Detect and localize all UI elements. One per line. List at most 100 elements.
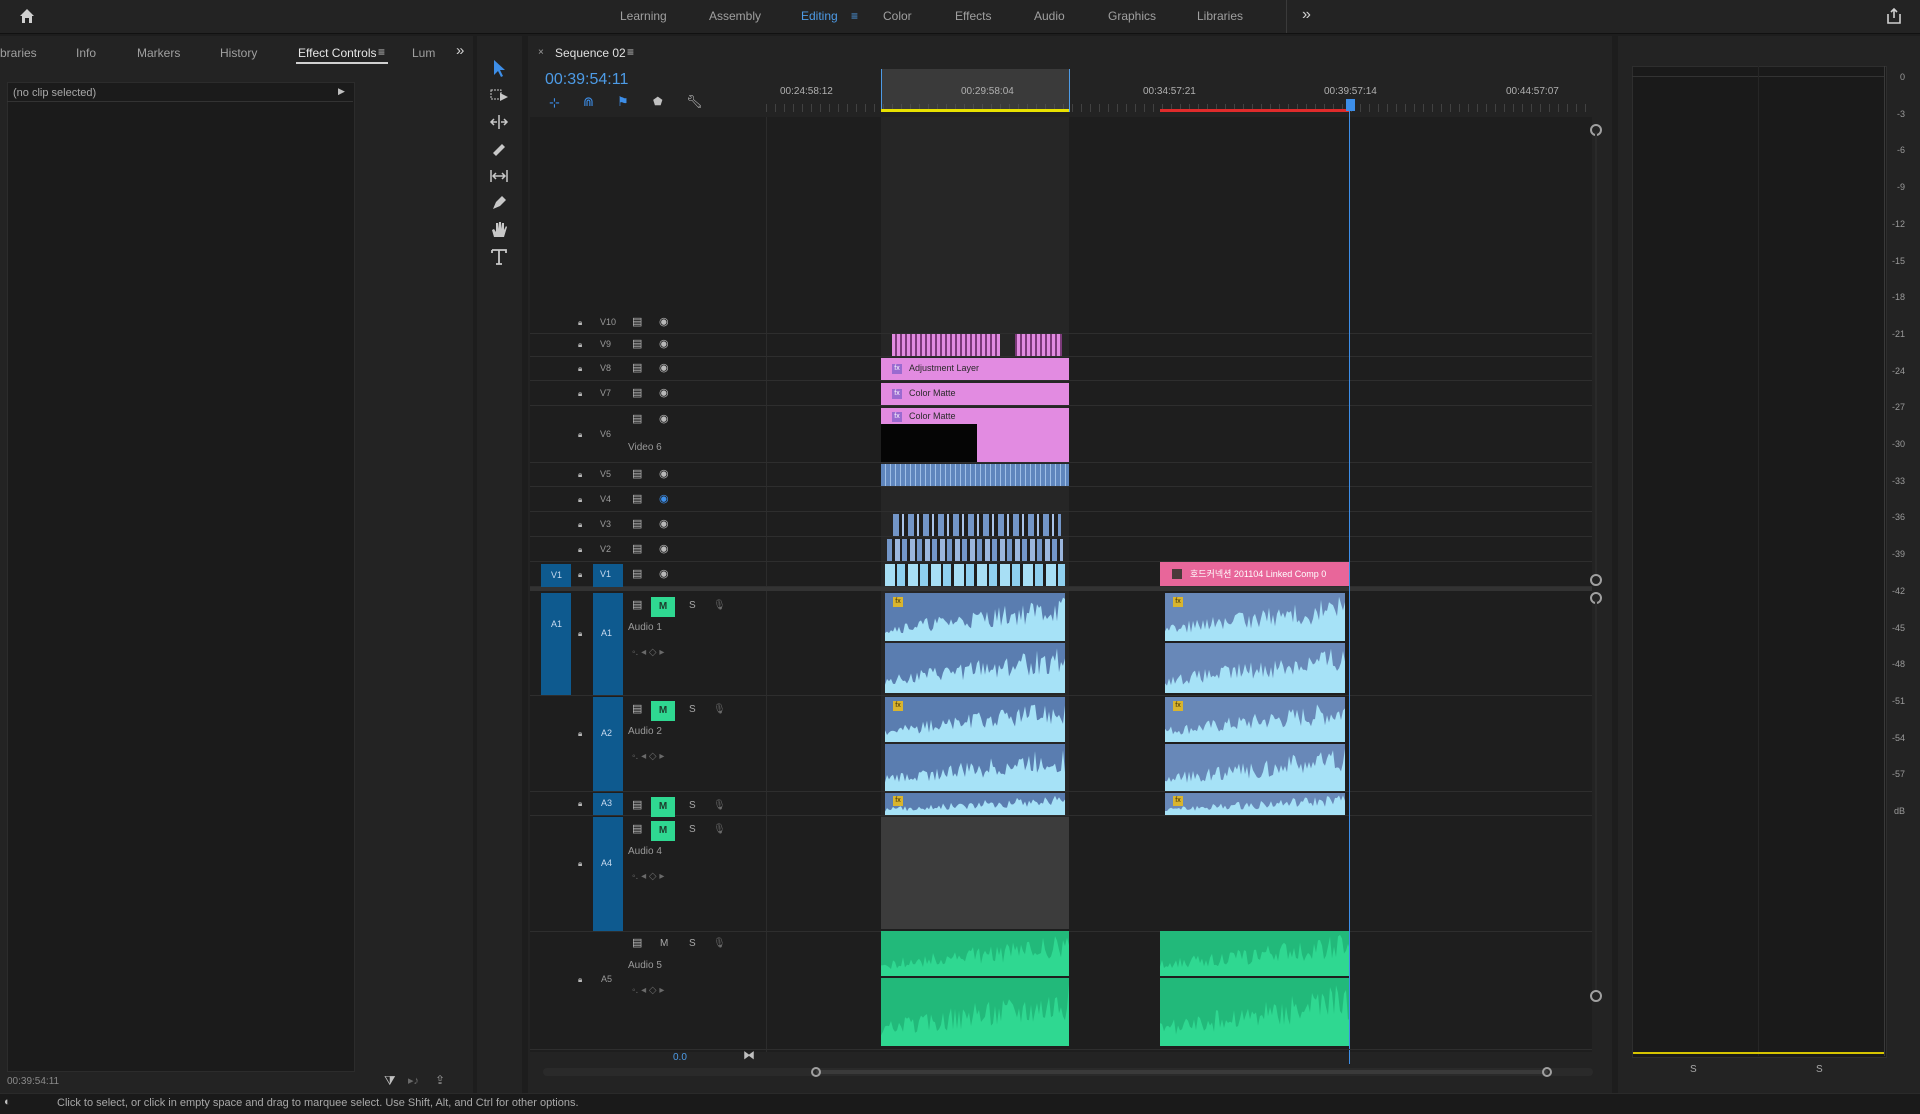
tab-markers[interactable]: Markers	[137, 46, 180, 60]
toggle-sync-lock-icon[interactable]: ▤	[632, 544, 642, 555]
panel-menu-icon[interactable]: ≡	[378, 45, 385, 59]
video-track-row[interactable]	[530, 514, 1592, 537]
solo-track-button[interactable]: S	[689, 800, 696, 811]
snap-icon[interactable]: ⊹	[549, 95, 560, 111]
video-track-id[interactable]: V6	[600, 429, 611, 439]
toggle-sync-lock-icon[interactable]: ▤	[632, 388, 642, 399]
clip-v9[interactable]	[892, 334, 1062, 356]
toggle-track-output-eye-icon[interactable]: ◉	[659, 469, 669, 480]
toggle-sync-lock-icon[interactable]: ▤	[632, 938, 642, 949]
zoom-handle-left[interactable]	[811, 1067, 821, 1077]
audio-clip-waveform[interactable]	[885, 697, 1065, 742]
toggle-track-output-eye-icon[interactable]: ◉	[659, 519, 669, 530]
audio-track-id[interactable]: A1	[601, 628, 612, 638]
audio-track-id[interactable]: A2	[601, 728, 612, 738]
clip-v2[interactable]	[887, 539, 1063, 561]
filter-icon[interactable]: ⧩	[384, 1073, 396, 1089]
linked-selection-icon[interactable]: ⚑	[617, 94, 629, 110]
track-lock-icon[interactable]: 🔒︎	[578, 858, 582, 869]
clip-v5[interactable]	[881, 464, 1069, 486]
type-tool-icon[interactable]	[488, 247, 510, 267]
close-sequence-icon[interactable]: ×	[538, 47, 544, 58]
keyframe-controls-icon[interactable]: ◦. ◂ ◇ ▸	[632, 751, 664, 762]
audio-clip-waveform[interactable]	[885, 643, 1065, 693]
audio-track-id[interactable]: A5	[601, 974, 612, 984]
audio-track-id[interactable]: A3	[601, 798, 612, 808]
track-lock-icon[interactable]: 🔒︎	[578, 519, 582, 530]
toggle-track-output-eye-icon[interactable]: ◉	[659, 494, 669, 505]
toggle-sync-lock-icon[interactable]: ▤	[632, 519, 642, 530]
meter-solo-button[interactable]: S	[1690, 1064, 1697, 1075]
video-track-row[interactable]	[530, 313, 1592, 334]
more-workspaces-button[interactable]: »	[1302, 6, 1311, 24]
track-lock-icon[interactable]: 🔒︎	[578, 429, 582, 440]
zoom-handle-right[interactable]	[1542, 1067, 1552, 1077]
toggle-track-output-eye-icon[interactable]: ◉	[659, 544, 669, 555]
hand-tool-icon[interactable]	[488, 220, 510, 240]
video-track-id[interactable]: V2	[600, 544, 611, 554]
meter-solo-button[interactable]: S	[1816, 1064, 1823, 1075]
solo-track-button[interactable]: S	[689, 600, 696, 611]
workspace-tab-color[interactable]: Color	[883, 9, 912, 23]
playhead-handle[interactable]	[1346, 99, 1355, 111]
audio-track-id[interactable]: A4	[601, 858, 612, 868]
playhead-timecode[interactable]: 00:39:54:11	[545, 71, 628, 89]
voice-over-record-icon[interactable]: 🎙︎	[713, 800, 726, 811]
export-icon[interactable]: ⇪	[435, 1073, 445, 1087]
video-track-id[interactable]: V1	[600, 569, 611, 579]
workspace-tab-libraries[interactable]: Libraries	[1197, 9, 1243, 23]
toggle-track-output-eye-icon[interactable]: ◉	[659, 414, 669, 425]
toggle-sync-lock-icon[interactable]: ▤	[632, 494, 642, 505]
toggle-track-output-eye-icon[interactable]: ◉	[659, 339, 669, 350]
master-track-toggle-icon[interactable]: ⧓	[743, 1048, 755, 1062]
track-select-tool-icon[interactable]	[488, 85, 510, 105]
video-track-id[interactable]: V3	[600, 519, 611, 529]
toggle-track-output-eye-icon[interactable]: ◉	[659, 317, 669, 328]
track-lock-icon[interactable]: 🔒︎	[578, 469, 582, 480]
clip-v3[interactable]	[893, 514, 1061, 536]
audio-master-value[interactable]: 0.0	[673, 1052, 687, 1063]
voice-over-record-icon[interactable]: 🎙︎	[713, 704, 726, 715]
keyframe-controls-icon[interactable]: ◦. ◂ ◇ ▸	[632, 647, 664, 658]
audio-clip-waveform[interactable]	[885, 744, 1065, 791]
voice-over-record-icon[interactable]: 🎙︎	[713, 938, 726, 949]
clip-adjustment-layer[interactable]: fx Adjustment Layer	[881, 358, 1069, 380]
wrench-icon[interactable]: 🔧︎	[686, 94, 703, 110]
solo-track-button[interactable]: S	[689, 824, 696, 835]
workspace-tab-learning[interactable]: Learning	[620, 9, 667, 23]
video-track-id[interactable]: V7	[600, 388, 611, 398]
track-lock-icon[interactable]: 🔒︎	[578, 544, 582, 555]
audio-clip-waveform[interactable]	[881, 978, 1069, 1046]
solo-track-button[interactable]: S	[689, 704, 696, 715]
clip-color-matte-1[interactable]: fx Color Matte	[881, 383, 1069, 405]
slip-tool-icon[interactable]	[488, 166, 510, 186]
voice-over-record-icon[interactable]: 🎙︎	[713, 600, 726, 611]
video-track-id[interactable]: V10	[600, 317, 616, 327]
more-panels-icon[interactable]: »	[456, 42, 464, 59]
video-track-id[interactable]: V8	[600, 363, 611, 373]
workspace-tab-assembly[interactable]: Assembly	[709, 9, 761, 23]
keyframe-controls-icon[interactable]: ◦. ◂ ◇ ▸	[632, 871, 664, 882]
clip-v1[interactable]	[885, 564, 1065, 586]
home-icon[interactable]	[18, 7, 36, 25]
clip-color-matte-2[interactable]: fx Color Matte	[881, 408, 1069, 462]
sequence-menu-icon[interactable]: ≡	[627, 45, 634, 59]
tab-effect-controls[interactable]: Effect Controls	[298, 46, 376, 60]
keyframe-controls-icon[interactable]: ◦. ◂ ◇ ▸	[632, 985, 664, 996]
audio-clip-waveform[interactable]	[1160, 931, 1350, 976]
audio-clip-waveform[interactable]	[885, 793, 1065, 815]
audio-clip-waveform[interactable]	[1165, 697, 1345, 742]
tab-history[interactable]: History	[220, 46, 257, 60]
toggle-track-output-eye-icon[interactable]: ◉	[659, 388, 669, 399]
toggle-sync-lock-icon[interactable]: ▤	[632, 414, 642, 425]
audio-clip-waveform[interactable]	[885, 593, 1065, 641]
toggle-track-output-eye-icon[interactable]: ◉	[659, 569, 669, 580]
video-track-id[interactable]: V4	[600, 494, 611, 504]
audio-clip-waveform[interactable]	[1165, 793, 1345, 815]
vertical-zoom-handle[interactable]	[1590, 990, 1602, 1002]
track-lock-icon[interactable]: 🔒︎	[578, 974, 582, 985]
vertical-zoom-handle[interactable]	[1590, 574, 1602, 586]
toggle-sync-lock-icon[interactable]: ▤	[632, 339, 642, 350]
toggle-sync-lock-icon[interactable]: ▤	[632, 317, 642, 328]
track-lock-icon[interactable]: 🔒︎	[578, 569, 582, 580]
